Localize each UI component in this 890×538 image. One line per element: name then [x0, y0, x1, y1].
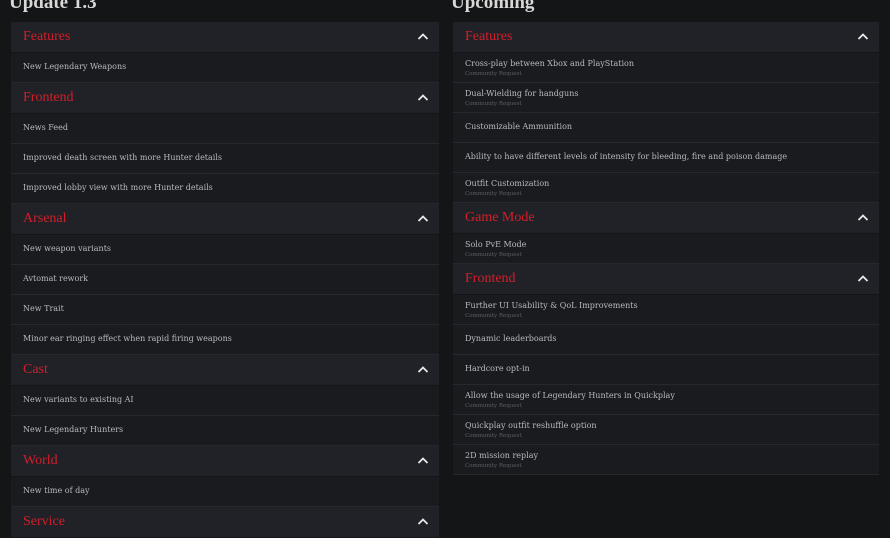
- section-title: Frontend: [465, 271, 516, 286]
- item-title: Dynamic leaderboards: [465, 334, 557, 343]
- list-item: 2D mission replay Community Request: [453, 445, 879, 475]
- chevron-up-icon[interactable]: [857, 32, 869, 41]
- list-item: Hardcore opt-in: [453, 355, 879, 385]
- section-header-cast[interactable]: Cast: [11, 355, 439, 386]
- chevron-up-icon[interactable]: [417, 93, 429, 102]
- list-item: Ability to have different levels of inte…: [453, 143, 879, 173]
- section-header-features[interactable]: Features: [11, 22, 439, 53]
- list-item: News Feed: [11, 114, 439, 144]
- item-title: Solo PvE Mode: [465, 240, 527, 249]
- chevron-up-icon[interactable]: [417, 32, 429, 41]
- section-header-arsenal[interactable]: Arsenal: [11, 204, 439, 235]
- item-title: New weapon variants: [23, 244, 112, 253]
- section-header-features[interactable]: Features: [453, 22, 879, 53]
- chevron-up-icon[interactable]: [857, 274, 869, 283]
- list-item: Solo PvE Mode Community Request: [453, 234, 879, 264]
- list-item: New Legendary Weapons: [11, 53, 439, 83]
- list-item: Cross-play between Xbox and PlayStation C…: [453, 53, 879, 83]
- community-request-tag: Community Request: [465, 71, 522, 77]
- item-title: Quickplay outfit reshuffle option: [465, 421, 597, 430]
- section-header-frontend[interactable]: Frontend: [11, 83, 439, 114]
- list-item: Avtomat rework: [11, 265, 439, 295]
- section-title: Arsenal: [23, 211, 67, 226]
- section-title: World: [23, 453, 58, 468]
- list-item: Dual-Wielding for handguns Community Requ…: [453, 83, 879, 113]
- item-title: 2D mission replay: [465, 451, 538, 460]
- list-item: Outfit Customization Community Request: [453, 173, 879, 203]
- section-title: Features: [465, 29, 513, 44]
- community-request-tag: Community Request: [465, 313, 522, 319]
- community-request-tag: Community Request: [465, 191, 522, 197]
- section-title: Cast: [23, 362, 48, 377]
- list-item: Customizable Ammunition: [453, 113, 879, 143]
- community-request-tag: Community Request: [465, 252, 522, 258]
- list-item: New variants to existing AI: [11, 386, 439, 416]
- item-title: New Legendary Weapons: [23, 62, 127, 71]
- chevron-up-icon[interactable]: [417, 365, 429, 374]
- list-item: Minor ear ringing effect when rapid firi…: [11, 325, 439, 355]
- list-item: New time of day: [11, 477, 439, 507]
- item-title: New time of day: [23, 486, 90, 495]
- item-title: Outfit Customization: [465, 179, 550, 188]
- item-title: Customizable Ammunition: [465, 122, 573, 131]
- item-title: New variants to existing AI: [23, 395, 134, 404]
- column-title: Update 1.3: [9, 0, 97, 13]
- chevron-up-icon[interactable]: [857, 213, 869, 222]
- item-title: Further UI Usability & QoL Improvements: [465, 301, 638, 310]
- item-title: Minor ear ringing effect when rapid firi…: [23, 334, 232, 343]
- list-item: Allow the usage of Legendary Hunters in …: [453, 385, 879, 415]
- community-request-tag: Community Request: [465, 433, 522, 439]
- item-title: Avtomat rework: [23, 274, 89, 283]
- item-title: Hardcore opt-in: [465, 364, 530, 373]
- community-request-tag: Community Request: [465, 101, 522, 107]
- item-title: Improved death screen with more Hunter d…: [23, 153, 223, 162]
- section-title: Service: [23, 514, 65, 529]
- section-list: Features Cross-play between Xbox and Play…: [453, 22, 879, 475]
- chevron-up-icon[interactable]: [417, 517, 429, 526]
- section-list: Features New Legendary Weapons Frontend New…: [11, 22, 439, 538]
- item-title: Dual-Wielding for handguns: [465, 89, 579, 98]
- section-header-service[interactable]: Service: [11, 507, 439, 538]
- list-item: New weapon variants: [11, 235, 439, 265]
- section-header-game-mode[interactable]: Game Mode: [453, 203, 879, 234]
- item-title: Allow the usage of Legendary Hunters in …: [465, 391, 675, 400]
- column-title: Upcoming: [451, 0, 535, 13]
- community-request-tag: Community Request: [465, 403, 522, 409]
- section-header-frontend[interactable]: Frontend: [453, 264, 879, 295]
- list-item: New Legendary Hunters: [11, 416, 439, 446]
- list-item: Improved death screen with more Hunter d…: [11, 144, 439, 174]
- item-title: Improved lobby view with more Hunter det…: [23, 183, 213, 192]
- section-title: Frontend: [23, 90, 74, 105]
- list-item: New Trait: [11, 295, 439, 325]
- community-request-tag: Community Request: [465, 463, 522, 469]
- item-title: Ability to have different levels of inte…: [465, 152, 788, 161]
- item-title: New Legendary Hunters: [23, 425, 124, 434]
- item-title: New Trait: [23, 304, 64, 313]
- list-item: Further UI Usability & QoL Improvements C…: [453, 295, 879, 325]
- list-item: Quickplay outfit reshuffle option Communi…: [453, 415, 879, 445]
- chevron-up-icon[interactable]: [417, 214, 429, 223]
- list-item: Dynamic leaderboards: [453, 325, 879, 355]
- item-title: Cross-play between Xbox and PlayStation: [465, 59, 634, 68]
- chevron-up-icon[interactable]: [417, 456, 429, 465]
- section-title: Features: [23, 29, 71, 44]
- section-header-world[interactable]: World: [11, 446, 439, 477]
- item-title: News Feed: [23, 123, 68, 132]
- section-title: Game Mode: [465, 210, 535, 225]
- list-item: Improved lobby view with more Hunter det…: [11, 174, 439, 204]
